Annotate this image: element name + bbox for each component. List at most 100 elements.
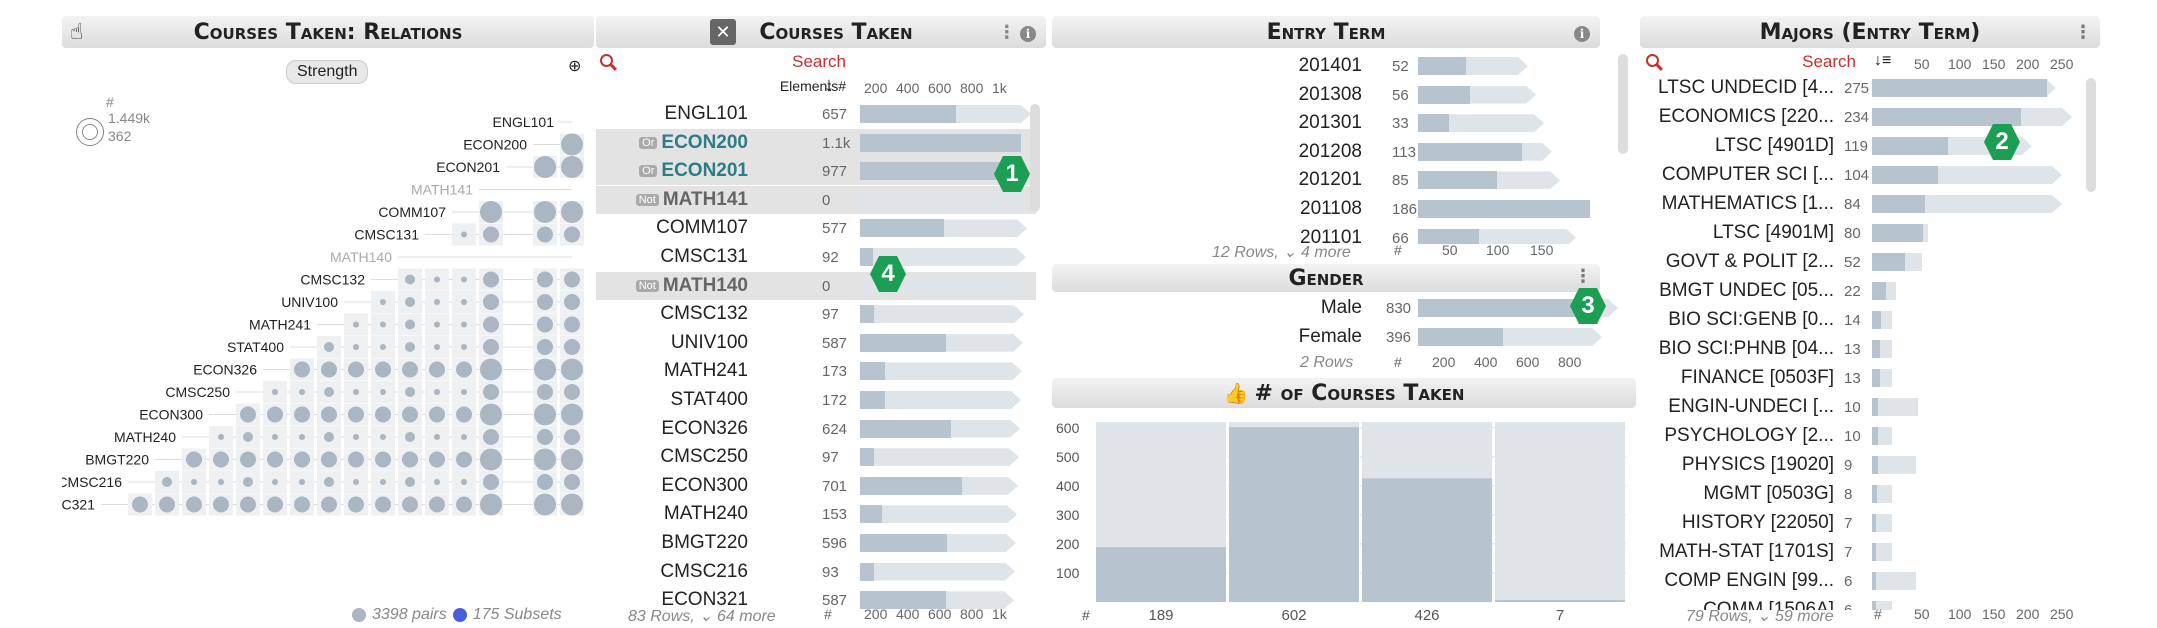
matrix-dot[interactable] [299, 434, 305, 440]
course-row[interactable]: CMSC132 97 [596, 300, 1036, 328]
matrix-dot[interactable] [429, 406, 445, 423]
matrix-dot[interactable] [461, 321, 467, 328]
matrix-dot[interactable] [534, 493, 556, 516]
matrix-dot[interactable] [324, 342, 334, 352]
matrix-dot[interactable] [561, 448, 583, 471]
course-row[interactable]: Not MATH140 0 [596, 271, 1036, 300]
matrix-dot[interactable] [348, 496, 364, 513]
major-row[interactable]: LTSC [4901M] 80 [1640, 219, 2086, 247]
matrix-dot[interactable] [461, 434, 467, 440]
matrix-dot[interactable] [243, 432, 253, 442]
matrix-dot[interactable] [375, 406, 391, 423]
matrix-dot[interactable] [534, 156, 556, 178]
matrix-dot[interactable] [405, 319, 415, 330]
matrix-dot[interactable] [380, 389, 386, 395]
major-row[interactable]: PHYSICS [19020] 9 [1640, 451, 2086, 479]
matrix-row-label[interactable]: MATH241 [249, 317, 311, 333]
search-icon[interactable] [600, 54, 613, 67]
matrix-dot[interactable] [240, 406, 256, 423]
courses-search[interactable]: Search [726, 52, 846, 72]
course-row[interactable]: BMGT220 596 [596, 529, 1036, 557]
matrix-dot[interactable] [132, 496, 148, 513]
kebab-icon[interactable]: ⋮ [2074, 22, 2092, 43]
matrix-dot[interactable] [243, 477, 253, 487]
majors-scrollbar[interactable] [2086, 78, 2096, 192]
major-row[interactable]: GOVT & POLIT [2... 52 [1640, 248, 2086, 276]
matrix-dot[interactable] [483, 271, 499, 288]
matrix-dot[interactable] [191, 479, 197, 485]
matrix-dot[interactable] [480, 201, 502, 223]
matrix-dot[interactable] [534, 201, 556, 223]
relations-matrix[interactable]: ENGL101 ECON200 ECON201 MATH141 COMM107 CMSC1… [62, 108, 594, 608]
matrix-dot[interactable] [434, 299, 440, 305]
matrix-dot[interactable] [402, 496, 418, 513]
matrix-dot[interactable] [537, 384, 553, 400]
matrix-dot[interactable] [461, 231, 467, 238]
term-row[interactable]: 201401 52 [1052, 52, 1592, 80]
matrix-dot[interactable] [405, 432, 415, 442]
matrix-dot[interactable] [456, 451, 472, 468]
major-row[interactable]: LTSC UNDECID [4... 275 [1640, 74, 2086, 102]
matrix-dot[interactable] [353, 479, 359, 485]
matrix-dot[interactable] [380, 344, 386, 350]
matrix-dot[interactable] [564, 474, 580, 490]
search-icon[interactable] [1646, 54, 1659, 67]
major-row[interactable]: PSYCHOLOGY [2... 10 [1640, 422, 2086, 450]
major-row[interactable]: ECONOMICS [220... 234 [1640, 103, 2086, 131]
matrix-dot[interactable] [353, 321, 359, 328]
gender-row[interactable]: Male 830 [1052, 294, 1592, 322]
matrix-dot[interactable] [483, 384, 499, 400]
matrix-dot[interactable] [380, 434, 386, 440]
matrix-row-label[interactable]: MATH240 [114, 429, 176, 445]
matrix-dot[interactable] [561, 156, 583, 178]
term-row[interactable]: 201101 66 [1052, 224, 1592, 244]
hist-bar[interactable] [1362, 478, 1492, 602]
matrix-dot[interactable] [564, 271, 580, 288]
matrix-dot[interactable] [353, 344, 359, 350]
course-row[interactable]: CMSC250 97 [596, 443, 1036, 471]
matrix-dot[interactable] [213, 451, 229, 468]
matrix-dot[interactable] [348, 451, 364, 468]
major-row[interactable]: MATHEMATICS [1... 84 [1640, 190, 2086, 218]
matrix-dot[interactable] [461, 276, 467, 283]
matrix-dot[interactable] [461, 479, 467, 485]
matrix-dot[interactable] [294, 496, 310, 513]
matrix-dot[interactable] [405, 274, 415, 285]
major-row[interactable]: LTSC [4901D] 119 [1640, 132, 2086, 160]
matrix-row-label[interactable]: CMSC250 [165, 384, 230, 400]
matrix-dot[interactable] [299, 389, 305, 395]
term-row[interactable]: 201108 186 [1052, 195, 1592, 223]
majors-search[interactable]: Search [1740, 52, 1856, 72]
course-row[interactable]: COMM107 577 [596, 214, 1036, 242]
matrix-dot[interactable] [537, 294, 553, 310]
gender-row[interactable]: Female 396 [1052, 323, 1592, 351]
matrix-dot[interactable] [380, 321, 386, 328]
matrix-dot[interactable] [429, 496, 445, 513]
matrix-dot[interactable] [483, 339, 499, 355]
matrix-row-label[interactable]: ECON201 [436, 159, 500, 175]
matrix-dot[interactable] [434, 276, 440, 283]
matrix-row-label[interactable]: COMM107 [378, 204, 446, 220]
matrix-row-label[interactable]: ECON326 [193, 362, 257, 378]
course-row[interactable]: ENGL101 657 [596, 100, 1036, 128]
major-row[interactable]: BMGT UNDEC [05... 22 [1640, 277, 2086, 305]
matrix-dot[interactable] [324, 387, 334, 397]
matrix-dot[interactable] [434, 434, 440, 440]
hist-bar[interactable] [1096, 547, 1226, 602]
matrix-dot[interactable] [456, 496, 472, 513]
hist-bin-bg[interactable] [1495, 422, 1625, 602]
matrix-dot[interactable] [537, 271, 553, 288]
matrix-dot[interactable] [480, 448, 502, 471]
course-row[interactable]: CMSC216 93 [596, 558, 1036, 586]
matrix-dot[interactable] [380, 479, 386, 485]
major-row[interactable]: BIO SCI:GENB [0... 14 [1640, 306, 2086, 334]
matrix-dot[interactable] [564, 384, 580, 400]
matrix-dot[interactable] [534, 448, 556, 471]
matrix-dot[interactable] [218, 479, 224, 485]
matrix-row-label[interactable]: BMGT220 [85, 452, 149, 468]
matrix-row-label[interactable]: STAT400 [227, 339, 284, 355]
matrix-dot[interactable] [402, 406, 418, 423]
matrix-dot[interactable] [480, 403, 502, 426]
matrix-dot[interactable] [402, 451, 418, 468]
matrix-row-label[interactable]: ENGL101 [493, 114, 555, 130]
